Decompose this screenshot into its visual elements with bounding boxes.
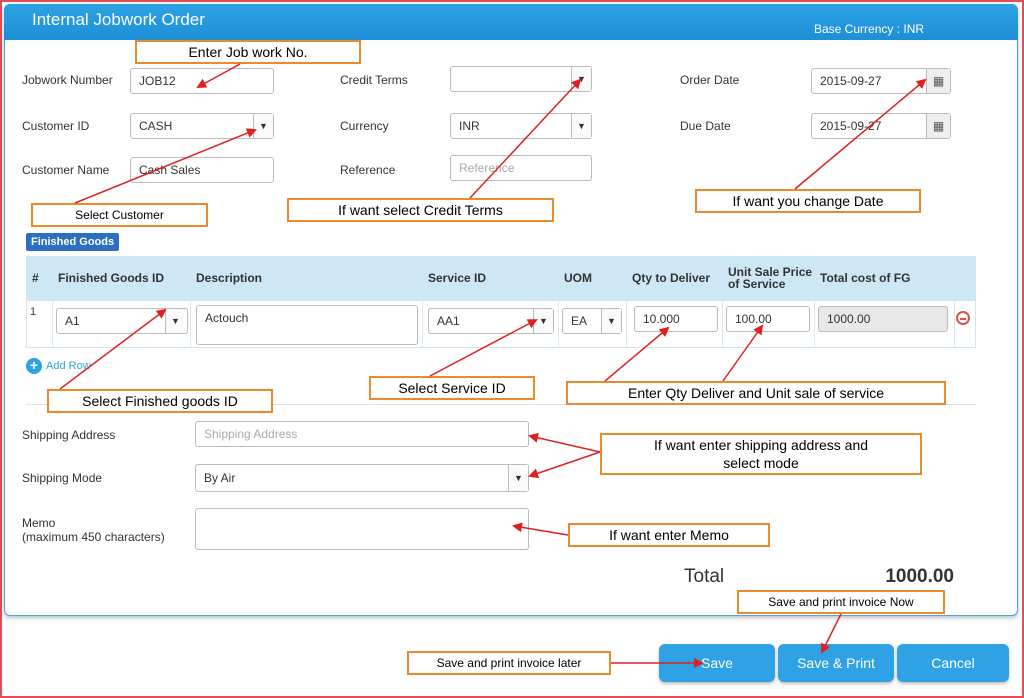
total-value: 1000.00	[885, 566, 954, 587]
description-textarea[interactable]: Actouch	[196, 305, 418, 345]
column-divider	[190, 300, 191, 348]
save-print-button[interactable]: Save & Print	[778, 644, 894, 682]
jobwork-number-input[interactable]: JOB12	[130, 68, 274, 94]
credit-terms-label: Credit Terms	[340, 73, 408, 87]
page-title: Internal Jobwork Order	[32, 10, 205, 29]
chevron-down-icon[interactable]: ▼	[601, 309, 621, 333]
chevron-down-icon[interactable]: ▼	[165, 309, 185, 333]
annotation-select-service: Select Service ID	[369, 376, 535, 400]
unit-sale-price-input[interactable]: 100.00	[726, 306, 810, 332]
row-number: 1	[30, 306, 37, 318]
currency-label: Currency	[340, 119, 389, 133]
chevron-down-icon[interactable]: ▼	[508, 465, 528, 491]
total-label: Total	[684, 566, 725, 587]
customer-id-label: Customer ID	[22, 119, 90, 133]
annotation-select-fg: Select Finished goods ID	[47, 389, 273, 413]
chevron-down-icon[interactable]: ▼	[253, 114, 273, 138]
annotation-print-later: Save and print invoice later	[407, 651, 611, 675]
column-divider	[626, 300, 627, 348]
col-fg-id-header: Finished Goods ID	[58, 271, 165, 285]
column-divider	[722, 300, 723, 348]
due-date-label: Due Date	[680, 119, 731, 133]
column-divider	[814, 300, 815, 348]
base-currency-label: Base Currency : INR	[814, 22, 925, 36]
column-divider	[558, 300, 559, 348]
col-description-header: Description	[196, 271, 263, 285]
customer-name-label: Customer Name	[22, 163, 110, 177]
annotation-print-now: Save and print invoice Now	[737, 590, 945, 614]
customer-name-input[interactable]: Cash Sales	[130, 157, 274, 183]
col-service-id-header: Service ID	[428, 271, 487, 285]
shipping-mode-select[interactable]: By Air	[195, 464, 529, 492]
calendar-icon[interactable]: ▦	[926, 69, 950, 93]
save-button[interactable]: Save	[659, 644, 775, 682]
col-qty-header: Qty to Deliver	[632, 271, 711, 285]
annotation-change-date: If want you change Date	[695, 189, 921, 213]
finished-goods-badge: Finished Goods	[26, 233, 120, 251]
annotation-shipping: If want enter shipping address and selec…	[600, 433, 922, 475]
annotation-select-customer: Select Customer	[31, 203, 208, 227]
chevron-down-icon[interactable]: ▼	[571, 67, 591, 91]
qty-to-deliver-input[interactable]: 10.000	[634, 306, 718, 332]
col-unit-price-header: Unit Sale Price of Service	[728, 265, 813, 291]
column-divider	[954, 300, 955, 348]
remove-row-icon[interactable]	[956, 311, 970, 325]
shipping-address-input[interactable]: Shipping Address	[195, 421, 529, 447]
shipping-mode-label: Shipping Mode	[22, 471, 103, 485]
annotation-shipping-line1: If want enter shipping address and	[653, 437, 869, 453]
order-date-label: Order Date	[680, 73, 740, 87]
add-row-link[interactable]: Add Row	[46, 360, 91, 372]
memo-textarea[interactable]	[195, 508, 529, 550]
calendar-icon[interactable]: ▦	[926, 114, 950, 138]
cancel-button[interactable]: Cancel	[897, 644, 1009, 682]
annotation-memo: If want enter Memo	[568, 523, 770, 547]
col-total-header: Total cost of FG	[820, 271, 911, 285]
shipping-address-label: Shipping Address	[22, 428, 116, 442]
memo-label: Memo	[22, 516, 56, 530]
col-uom-header: UOM	[564, 271, 592, 285]
chevron-down-icon[interactable]: ▼	[571, 114, 591, 138]
column-divider	[422, 300, 423, 348]
annotation-enter-job: Enter Job work No.	[135, 40, 361, 64]
chevron-down-icon[interactable]: ▼	[533, 309, 553, 333]
reference-input[interactable]: Reference	[450, 155, 592, 181]
column-divider	[52, 300, 53, 348]
jobwork-number-label: Jobwork Number	[22, 73, 113, 87]
total-cost-fg-field: 1000.00	[818, 306, 948, 332]
plus-icon[interactable]: +	[26, 358, 42, 374]
annotation-credit-terms: If want select Credit Terms	[287, 198, 554, 222]
reference-label: Reference	[340, 163, 396, 177]
memo-sublabel: (maximum 450 characters)	[22, 530, 165, 544]
col-number-header: #	[32, 271, 39, 285]
annotation-shipping-line2: select mode	[723, 455, 799, 471]
annotation-qty-unit: Enter Qty Deliver and Unit sale of servi…	[566, 381, 946, 405]
